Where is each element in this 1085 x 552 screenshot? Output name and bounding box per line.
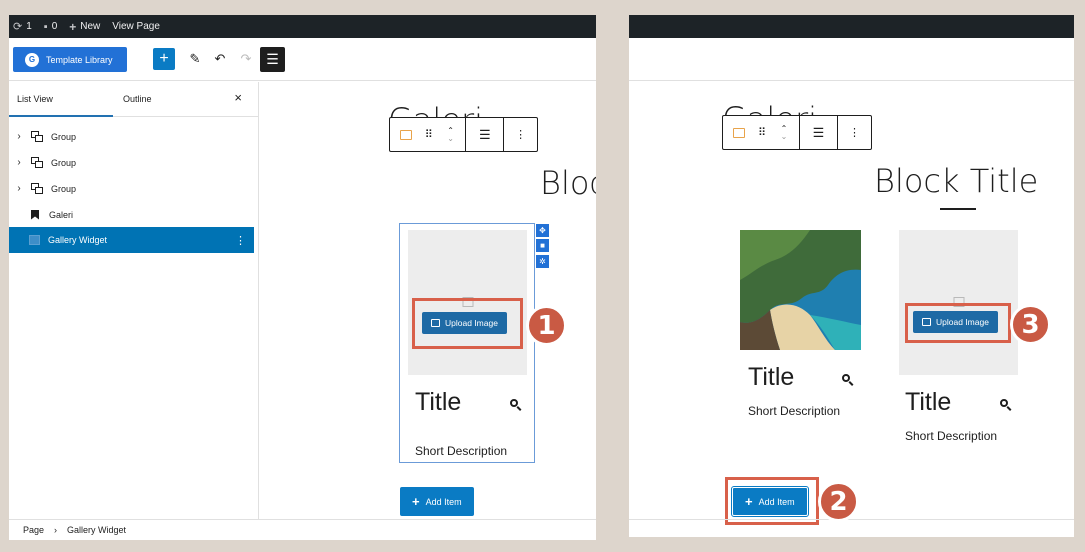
list-item-group[interactable]: › Group <box>9 150 254 175</box>
gallery-block-icon-button[interactable] <box>723 116 755 149</box>
chevron-right-icon[interactable]: › <box>11 131 27 142</box>
move-up-down-button[interactable]: ⌃ ⌄ <box>769 116 799 149</box>
gallery-icon <box>733 127 745 138</box>
comment-icon: ▪ <box>43 20 48 33</box>
plus-icon: + <box>412 494 420 509</box>
card-description[interactable]: Short Description <box>905 429 997 443</box>
beach-photo[interactable] <box>740 230 861 350</box>
admin-bar: ⟳ 1 ▪ 0 + New View Page <box>9 15 596 38</box>
bookmark-icon <box>31 209 39 220</box>
block-toolbar: ⠿ ⌃ ⌄ ☰ ⋮ <box>722 115 872 150</box>
sidebar-tabs: List View Outline × <box>9 82 258 117</box>
align-button[interactable]: ☰ <box>465 118 503 151</box>
settings-icon[interactable]: ✲ <box>536 255 549 268</box>
pencil-icon[interactable]: ✎ <box>185 48 205 70</box>
search-icon[interactable] <box>1000 399 1008 407</box>
template-logo-icon: G <box>25 52 39 67</box>
breadcrumb-page[interactable]: Page <box>23 525 44 535</box>
block-toolbar: ⠿ ⌃ ⌄ ☰ ⋮ <box>389 117 538 152</box>
updates-link[interactable]: ⟳ 1 <box>13 20 32 33</box>
footer-divider <box>629 519 1074 520</box>
list-item-group[interactable]: › Group <box>9 124 254 149</box>
card-title[interactable]: Title <box>905 388 951 417</box>
chevron-right-icon[interactable]: › <box>11 183 27 194</box>
align-icon: ☰ <box>479 126 491 142</box>
beach-photo-graphic <box>740 230 861 350</box>
block-title[interactable]: Block Title <box>874 162 1038 200</box>
search-icon[interactable] <box>510 399 518 407</box>
undo-icon[interactable]: ↶ <box>210 48 230 70</box>
add-item-button[interactable]: + Add Item <box>731 486 809 517</box>
title-underline <box>940 208 976 210</box>
block-inserter-button[interactable]: + <box>153 48 175 70</box>
editor-right-screenshot: Galeri ⠿ ⌃⌄ ☰ ⋮ Block Title Title Short … <box>629 15 1074 537</box>
plus-icon: + <box>69 19 77 34</box>
group-icon <box>31 182 45 195</box>
editor-left-screenshot: ⟳ 1 ▪ 0 + New View Page G Template Library … <box>9 15 596 540</box>
block-title[interactable]: Bloc <box>540 164 596 202</box>
list-view-button[interactable]: ☰ <box>260 47 285 72</box>
gallery-icon <box>29 235 40 245</box>
drag-handle-icon[interactable]: ⠿ <box>422 118 436 151</box>
redo-icon[interactable]: ↷ <box>236 48 256 70</box>
move-icon[interactable]: ✥ <box>536 224 549 237</box>
plus-icon: + <box>745 494 753 509</box>
editor-toolbar <box>629 38 1074 81</box>
drag-handle-icon[interactable]: ⠿ <box>755 116 769 149</box>
options-icon[interactable]: ⋮ <box>235 234 246 247</box>
comments-link[interactable]: ▪ 0 <box>44 21 57 33</box>
more-options-button[interactable]: ⋮ <box>503 118 537 151</box>
list-item-gallery-widget[interactable]: Gallery Widget ⋮ <box>9 227 254 253</box>
group-icon <box>31 156 45 169</box>
chevron-right-icon: › <box>54 525 58 535</box>
list-item-group[interactable]: › Group <box>9 176 254 201</box>
close-icon[interactable]: × <box>234 90 242 105</box>
search-icon[interactable] <box>842 374 850 382</box>
tab-list-view[interactable]: List View <box>9 94 113 117</box>
card-description[interactable]: Short Description <box>415 444 507 458</box>
move-up-down-button[interactable]: ⌃ ⌄ <box>436 118 466 151</box>
admin-bar <box>629 15 1074 38</box>
view-page-link[interactable]: View Page <box>112 21 160 32</box>
gallery-icon <box>399 129 412 140</box>
highlight-upload <box>905 303 1011 343</box>
align-icon: ☰ <box>812 124 825 140</box>
breadcrumb: Page › Gallery Widget <box>9 519 596 540</box>
more-options-button[interactable]: ⋮ <box>837 116 871 149</box>
trash-icon[interactable]: ■ <box>536 239 549 252</box>
step-badge-1: 1 <box>526 305 567 346</box>
gallery-block-icon-button[interactable] <box>390 118 422 151</box>
options-icon: ⋮ <box>515 129 527 141</box>
editor-canvas: Galeri ⠿ ⌃⌄ ☰ ⋮ Bloc ✥ ■ ✲ Upload Image … <box>260 82 596 519</box>
card-description[interactable]: Short Description <box>748 404 840 418</box>
chevron-down-icon[interactable]: ⌄ <box>781 132 788 141</box>
refresh-icon: ⟳ <box>13 21 23 33</box>
chevron-right-icon[interactable]: › <box>11 157 27 168</box>
chevron-down-icon[interactable]: ⌄ <box>447 134 454 143</box>
add-item-button[interactable]: + Add Item <box>400 487 474 516</box>
group-icon <box>31 130 45 143</box>
tab-outline[interactable]: Outline <box>123 94 152 104</box>
step-badge-2: 2 <box>818 481 859 522</box>
highlight-upload <box>412 298 523 349</box>
align-button[interactable]: ☰ <box>799 116 837 149</box>
card-title[interactable]: Title <box>415 388 461 417</box>
new-link[interactable]: + New <box>69 20 100 34</box>
card-title[interactable]: Title <box>748 363 794 392</box>
breadcrumb-current[interactable]: Gallery Widget <box>67 525 126 535</box>
editor-toolbar: G Template Library + ✎ ↶ ↷ ☰ <box>9 38 596 81</box>
list-item-galeri[interactable]: Galeri <box>9 202 254 227</box>
step-badge-3: 3 <box>1010 304 1051 345</box>
template-library-button[interactable]: G Template Library <box>13 47 127 72</box>
list-view-sidebar: List View Outline × › Group › Group › Gr… <box>9 82 259 519</box>
options-icon: ⋮ <box>849 127 860 139</box>
